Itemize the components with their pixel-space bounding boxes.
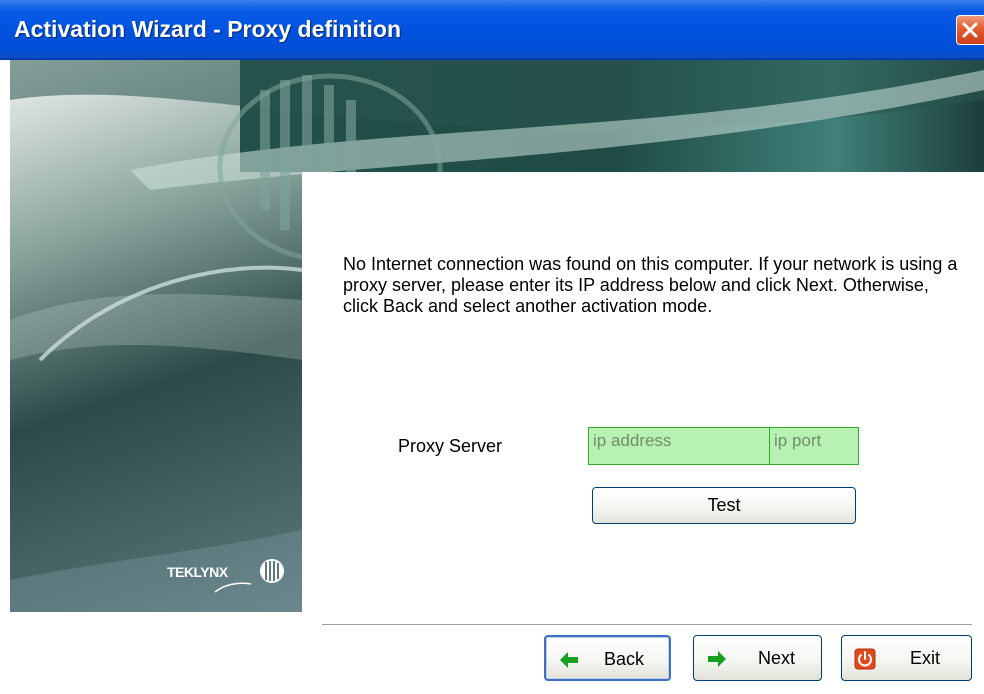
arrow-right-icon	[708, 651, 726, 667]
footer-divider	[322, 624, 972, 626]
test-button[interactable]: Test	[592, 487, 856, 524]
teklynx-logo: TEKLYNX	[167, 556, 287, 593]
title-bar: Activation Wizard - Proxy definition	[0, 0, 984, 60]
power-icon	[854, 648, 876, 670]
close-button[interactable]	[956, 15, 984, 45]
back-button-label: Back	[604, 649, 645, 669]
next-button[interactable]: Next	[693, 635, 822, 681]
back-button[interactable]: Back	[544, 635, 671, 681]
arrow-left-icon	[560, 652, 578, 668]
exit-button[interactable]: Exit	[841, 635, 972, 681]
close-icon	[962, 22, 978, 38]
ip-port-input[interactable]	[769, 427, 859, 465]
no-connection-message: No Internet connection was found on this…	[343, 254, 958, 316]
ip-address-input[interactable]	[588, 427, 770, 465]
proxy-server-label: Proxy Server	[398, 436, 503, 456]
window-title: Activation Wizard - Proxy definition	[14, 16, 401, 42]
activation-wizard-window: Activation Wizard - Proxy definition TEK…	[0, 0, 984, 694]
next-button-label: Next	[758, 648, 796, 668]
content-panel	[302, 172, 984, 614]
exit-button-label: Exit	[910, 648, 941, 668]
